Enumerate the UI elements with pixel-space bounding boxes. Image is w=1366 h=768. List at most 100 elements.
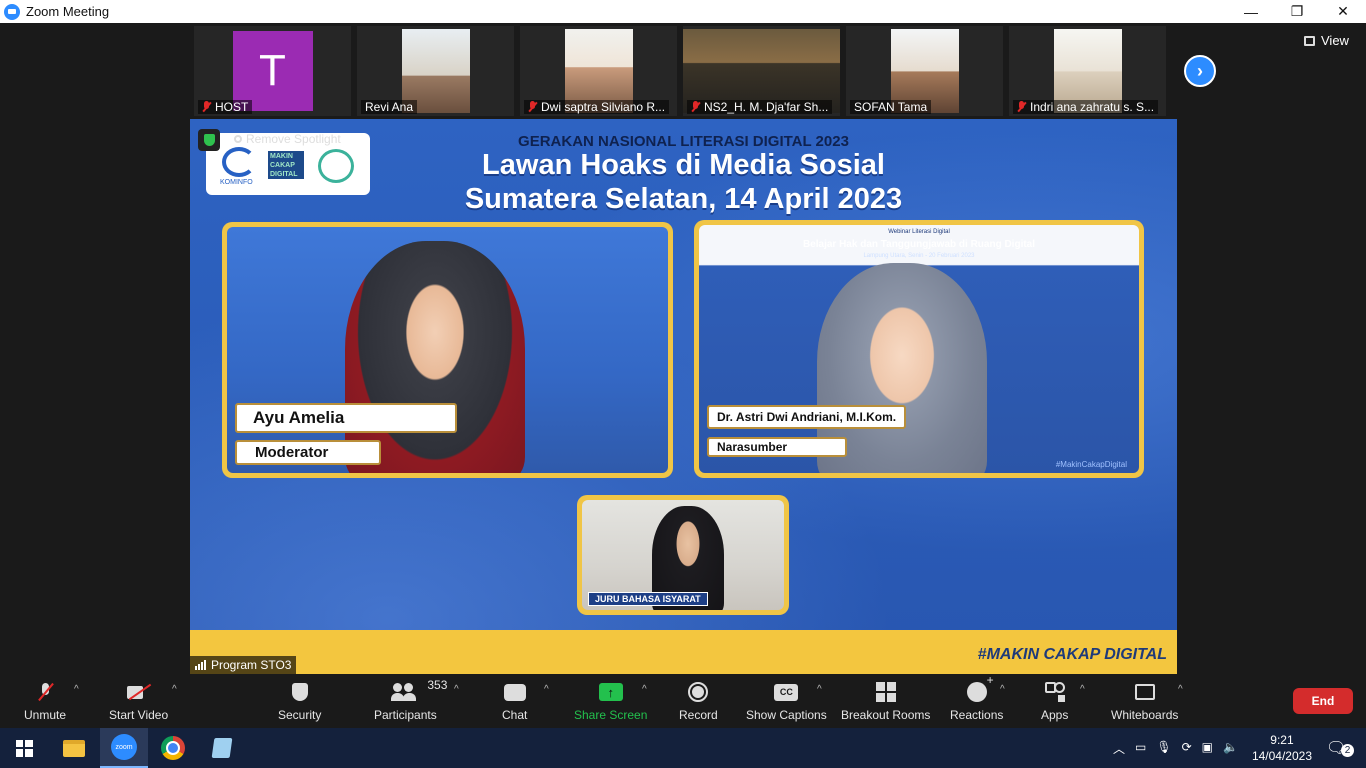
share-options-chevron-icon[interactable]: ^ (642, 684, 647, 695)
zoom-app-icon (4, 3, 20, 20)
event-subtitle: GERAKAN NASIONAL LITERASI DIGITAL 2023 (518, 133, 849, 150)
taskbar-clock[interactable]: 9:21 14/04/2023 (1252, 732, 1312, 764)
security-tray-icon[interactable]: ⟳ (1182, 740, 1192, 757)
share-screen-label: Share Screen (574, 708, 648, 722)
avatar: T (232, 31, 313, 111)
reactions-label: Reactions (950, 708, 1004, 722)
end-meeting-button[interactable]: End (1293, 688, 1353, 714)
chrome-taskbar-button[interactable] (149, 728, 197, 768)
moderator-name: Ayu Amelia (235, 403, 457, 433)
mic-muted-icon (528, 101, 537, 113)
breakout-rooms-icon (875, 682, 896, 702)
share-screen-icon: ↑ (598, 683, 623, 701)
window-title: Zoom Meeting (26, 4, 110, 19)
speaker-panel: Webinar Literasi Digital Belajar Hak dan… (694, 220, 1144, 478)
video-options-chevron-icon[interactable]: ^ (172, 684, 177, 695)
meeting-area: T HOST Revi Ana Dwi saptra Silviano R... (0, 23, 1366, 674)
chat-label: Chat (502, 708, 528, 722)
file-explorer-button[interactable] (50, 728, 98, 768)
interpreter-panel: JURU BAHASA ISYARAT (577, 495, 789, 615)
notepad-icon (211, 738, 233, 758)
next-page-chevron-icon[interactable]: › (1184, 55, 1216, 87)
participant-name: Revi Ana (365, 100, 414, 114)
maximize-button[interactable]: ❐ (1274, 0, 1320, 23)
participant-name-tag: HOST (198, 100, 253, 114)
unmute-button[interactable]: Unmute (24, 680, 66, 722)
meeting-toolbar: Unmute ^ Start Video ^ Security 353 Part… (0, 673, 1366, 728)
mic-muted-icon (691, 101, 700, 113)
participant-name: NS2_H. M. Dja'far Sh... (704, 100, 829, 114)
windows-logo-icon (15, 739, 33, 757)
event-location-date: Sumatera Selatan, 14 April 2023 (464, 183, 903, 215)
start-video-label: Start Video (109, 708, 169, 722)
apps-options-chevron-icon[interactable]: ^ (1080, 684, 1085, 695)
record-label: Record (679, 708, 718, 722)
participant-name-tag: Revi Ana (361, 100, 418, 114)
whiteboard-icon (1134, 684, 1155, 700)
closed-captions-icon: CC (774, 683, 799, 701)
participant-name-tag: SOFAN Tama (850, 100, 932, 114)
captions-options-chevron-icon[interactable]: ^ (817, 684, 822, 695)
microphone-icon[interactable]: 🎙 (1156, 740, 1171, 757)
whiteboards-button[interactable]: Whiteboards (1111, 680, 1178, 722)
reactions-smiley-icon (966, 673, 994, 702)
participant-name-tag: Indri ana zahratu s. S... (1013, 100, 1159, 114)
signal-strength-icon (195, 660, 206, 670)
breakout-rooms-label: Breakout Rooms (841, 708, 931, 722)
notepad-taskbar-button[interactable] (198, 728, 246, 768)
audio-options-chevron-icon[interactable]: ^ (74, 684, 79, 695)
participants-label: Participants (374, 708, 437, 722)
spotlight-video[interactable]: KOMINFO MAKIN CAKAP DIGITAL Remove Spotl… (190, 119, 1177, 674)
reactions-options-chevron-icon[interactable]: ^ (1000, 684, 1005, 695)
participant-thumbnail-strip: T HOST Revi Ana Dwi saptra Silviano R... (194, 26, 1166, 118)
minimize-button[interactable]: — (1228, 0, 1274, 23)
participant-thumbnail[interactable]: SOFAN Tama (846, 26, 1003, 116)
clock-time: 9:21 (1270, 733, 1294, 747)
moderator-panel: Ayu Amelia Moderator (222, 222, 673, 478)
spotlight-name-tag: Program STO3 (190, 656, 297, 674)
video-off-icon (126, 684, 151, 700)
participants-icon (391, 683, 417, 701)
participants-count: 353 (427, 678, 448, 692)
close-button[interactable]: ✕ (1320, 0, 1366, 23)
show-captions-button[interactable]: CC Show Captions (746, 680, 827, 722)
notification-center-button[interactable]: 🗨 2 (1326, 738, 1356, 758)
apps-button[interactable]: Apps (1041, 680, 1068, 722)
participant-thumbnail[interactable]: NS2_H. M. Dja'far Sh... (683, 26, 840, 116)
battery-icon[interactable]: ▭ (1135, 740, 1146, 757)
participant-thumbnail[interactable]: Indri ana zahratu s. S... (1009, 26, 1166, 116)
participant-thumbnail[interactable]: Revi Ana (357, 26, 514, 116)
zoom-taskbar-button[interactable]: zoom (100, 728, 148, 768)
unmute-label: Unmute (24, 708, 67, 722)
start-video-button[interactable]: Start Video (109, 680, 168, 722)
whiteboards-options-chevron-icon[interactable]: ^ (1178, 684, 1183, 695)
participants-button[interactable]: 353 Participants (374, 678, 447, 722)
reactions-button[interactable]: Reactions (950, 673, 1004, 722)
chat-button[interactable]: Chat (502, 680, 527, 722)
participant-thumbnail[interactable]: T HOST (194, 26, 351, 116)
zoom-icon: zoom (111, 734, 137, 760)
speaker-hashtag: #MakinCakapDigital (1055, 460, 1127, 469)
security-button[interactable]: Security (278, 680, 321, 722)
show-captions-label: Show Captions (746, 708, 827, 722)
security-label: Security (278, 708, 322, 722)
participant-name-tag: Dwi saptra Silviano R... (524, 100, 670, 114)
tray-icons: ︿ ▭ 🎙 ⟳ ▣ 🔈 (1113, 740, 1238, 757)
breakout-rooms-button[interactable]: Breakout Rooms (841, 680, 930, 722)
network-icon[interactable]: ▣ (1202, 740, 1213, 757)
apps-label: Apps (1041, 708, 1069, 722)
moderator-role: Moderator (235, 440, 381, 465)
view-button[interactable]: View (1304, 33, 1349, 48)
start-button[interactable] (0, 728, 48, 768)
chat-options-chevron-icon[interactable]: ^ (544, 684, 549, 695)
moderator-video: Ayu Amelia Moderator (227, 227, 668, 473)
hashtag-text: #MAKIN CAKAP DIGITAL (977, 646, 1167, 663)
participant-name: Dwi saptra Silviano R... (541, 100, 666, 114)
share-screen-button[interactable]: ↑ Share Screen (574, 680, 647, 722)
participant-thumbnail[interactable]: Dwi saptra Silviano R... (520, 26, 677, 116)
participants-options-chevron-icon[interactable]: ^ (454, 684, 459, 695)
record-button[interactable]: Record (679, 680, 718, 722)
notification-count: 2 (1341, 744, 1354, 757)
volume-icon[interactable]: 🔈 (1223, 740, 1238, 757)
show-hidden-icons-chevron-icon[interactable]: ︿ (1113, 740, 1125, 757)
